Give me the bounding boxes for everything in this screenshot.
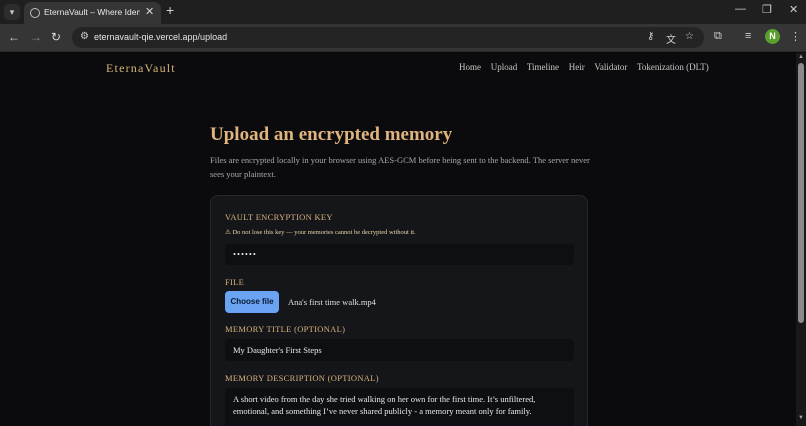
scrollbar-thumb[interactable]	[798, 63, 804, 323]
media-control-icon[interactable]: ≡	[745, 30, 751, 42]
menu-icon[interactable]: ⋮	[790, 30, 801, 43]
choose-file-button[interactable]: Choose file	[225, 291, 279, 313]
back-icon[interactable]: ←	[8, 30, 20, 44]
upload-form-card: VAULT ENCRYPTION KEY ⚠ Do not lose this …	[210, 195, 588, 426]
nav-home[interactable]: Home	[459, 62, 481, 72]
minimize-icon[interactable]: —	[735, 3, 746, 15]
profile-avatar[interactable]: N	[765, 29, 780, 44]
browser-tab[interactable]: EternaVault – Where Identity M ✕	[24, 2, 161, 24]
new-tab-icon[interactable]: +	[166, 2, 174, 18]
browser-toolbar: ← → ↻ ⚙ eternavault-qie.vercel.app/uploa…	[0, 24, 806, 52]
memory-description-textarea[interactable]: A short video from the day she tried wal…	[225, 388, 574, 426]
page-viewport: EternaVault Home Upload Timeline Heir Va…	[0, 53, 796, 426]
site-info-icon[interactable]: ⚙	[80, 31, 89, 42]
nav-heir[interactable]: Heir	[569, 62, 585, 72]
address-bar[interactable]: ⚙ eternavault-qie.vercel.app/upload ⚷ 文 …	[72, 27, 704, 48]
tab-title: EternaVault – Where Identity M	[44, 7, 140, 17]
password-key-icon[interactable]: ⚷	[647, 31, 654, 42]
memory-title-label: MEMORY TITLE (OPTIONAL)	[225, 324, 346, 334]
forward-icon[interactable]: →	[30, 30, 42, 44]
nav-tokenization[interactable]: Tokenization (DLT)	[637, 62, 709, 72]
url-text[interactable]: eternavault-qie.vercel.app/upload	[94, 32, 227, 42]
reload-icon[interactable]: ↻	[51, 30, 61, 44]
globe-icon	[30, 8, 40, 18]
bookmark-star-icon[interactable]: ☆	[685, 31, 694, 42]
site-logo[interactable]: EternaVault	[106, 61, 176, 76]
page-scrollbar[interactable]: ▲ ▼	[796, 53, 806, 426]
selected-file-name: Ana's first time walk.mp4	[288, 297, 376, 307]
file-label: FILE	[225, 277, 245, 287]
extensions-icon[interactable]: ⧉	[714, 30, 722, 43]
tab-search-icon[interactable]: ▾	[4, 4, 20, 20]
intro-text: Files are encrypted locally in your brow…	[210, 155, 590, 179]
memory-title-input[interactable]: My Daughter's First Steps	[225, 339, 574, 361]
scroll-down-arrow-icon[interactable]: ▼	[798, 415, 804, 421]
site-nav: Home Upload Timeline Heir Validator Toke…	[459, 62, 716, 72]
nav-timeline[interactable]: Timeline	[527, 62, 559, 72]
memory-description-label: MEMORY DESCRIPTION (OPTIONAL)	[225, 373, 379, 383]
key-warning: ⚠ Do not lose this key — your memories c…	[225, 229, 416, 236]
page-title: Upload an encrypted memory	[210, 124, 453, 145]
nav-upload[interactable]: Upload	[491, 62, 518, 72]
browser-tab-strip: ▾ EternaVault – Where Identity M ✕ + — ❐…	[0, 0, 806, 24]
restore-icon[interactable]: ❐	[762, 3, 772, 16]
nav-validator[interactable]: Validator	[594, 62, 627, 72]
translate-icon[interactable]: 文	[666, 31, 676, 46]
encryption-key-input[interactable]: ••••••	[225, 244, 574, 265]
scroll-up-arrow-icon[interactable]: ▲	[798, 54, 804, 60]
tab-close-icon[interactable]: ✕	[145, 5, 154, 18]
close-window-icon[interactable]: ✕	[789, 3, 798, 16]
encryption-key-label: VAULT ENCRYPTION KEY	[225, 212, 333, 222]
